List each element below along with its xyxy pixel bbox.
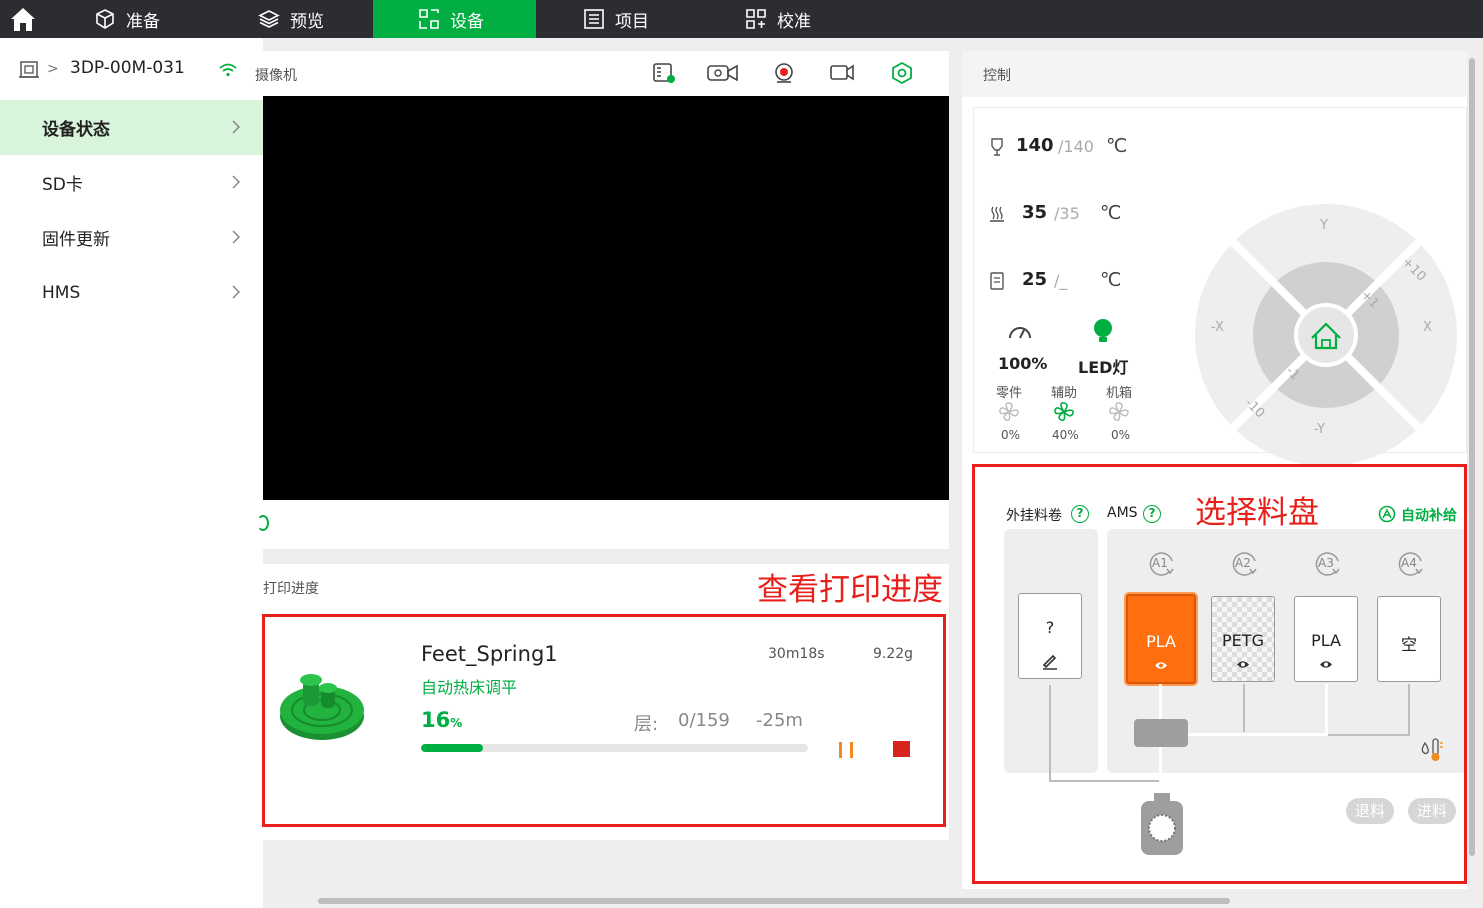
- timelapse-icon[interactable]: [705, 61, 741, 85]
- jog-x-plus[interactable]: X: [1423, 320, 1432, 335]
- speed-value: 100%: [998, 354, 1048, 373]
- settings-icon[interactable]: [889, 61, 915, 85]
- tab-project[interactable]: 项目: [561, 0, 711, 38]
- control-title: 控制: [983, 68, 1011, 84]
- list-icon: [584, 9, 604, 29]
- tab-device[interactable]: 设备: [373, 0, 536, 38]
- sidebar-item-label: 固件更新: [42, 230, 110, 250]
- axis-jog-pad[interactable]: [1195, 204, 1457, 466]
- bed-temp-unit: ℃: [1100, 202, 1122, 224]
- fan-chamber-label: 机箱: [1106, 386, 1133, 401]
- nozzle-current-temp: 140: [1016, 135, 1054, 156]
- sidebar: > 3DP-00M-031 设备状态 SD卡 固件更新 HMS: [0, 38, 263, 908]
- chevron-right-icon: [232, 120, 241, 134]
- tab-label: 项目: [615, 11, 649, 32]
- calibrate-icon: [746, 9, 766, 29]
- device-icon: [419, 9, 439, 29]
- chamber-temp-unit: ℃: [1100, 269, 1122, 291]
- printer-icon: [19, 61, 39, 78]
- record-icon[interactable]: [771, 61, 797, 85]
- home-icon[interactable]: [8, 4, 38, 34]
- jog-x-minus[interactable]: -X: [1211, 320, 1224, 335]
- tab-label: 设备: [450, 11, 484, 32]
- tab-calibrate[interactable]: 校准: [723, 0, 873, 38]
- chevron-right-icon: [232, 230, 241, 244]
- sidebar-item-label: SD卡: [42, 175, 83, 195]
- chamber-current-temp: 25: [1022, 269, 1048, 290]
- camera-title: 摄像机: [255, 68, 297, 84]
- progress-highlight-box: [262, 614, 946, 827]
- chevron-right-icon: [232, 175, 241, 189]
- tab-label: 预览: [290, 11, 324, 32]
- sd-card-icon[interactable]: [651, 61, 677, 85]
- nozzle-temp-unit: ℃: [1106, 135, 1128, 157]
- heatbed-icon: [990, 206, 1004, 222]
- jog-y-minus[interactable]: -Y: [1314, 422, 1325, 437]
- top-nav-bar: 准备 预览 设备 项目 校准: [0, 0, 1483, 38]
- chamber-icon: [990, 272, 1004, 290]
- device-name: 3DP-00M-031: [70, 58, 185, 78]
- jog-y-plus[interactable]: Y: [1320, 218, 1328, 233]
- fan-icon[interactable]: [1107, 400, 1131, 424]
- camera-status-indicator: [257, 515, 269, 531]
- bed-current-temp: 35: [1022, 202, 1048, 223]
- progress-title: 打印进度: [263, 581, 319, 597]
- temperature-card: 140 /140 ℃ 35 /35 ℃ 25 /_ ℃ 100% LED灯 零件…: [973, 107, 1467, 466]
- sidebar-item-device-status[interactable]: 设备状态: [0, 100, 263, 155]
- camera-panel: 摄像机: [255, 51, 949, 549]
- ams-highlight-box: [972, 464, 1467, 884]
- control-header: 控制: [962, 51, 1467, 97]
- led-label: LED灯: [1078, 358, 1129, 377]
- sidebar-item-firmware[interactable]: 固件更新: [0, 210, 263, 265]
- tab-label: 准备: [126, 11, 160, 32]
- sidebar-item-label: HMS: [42, 282, 81, 303]
- fan-aux-value: 40%: [1052, 428, 1079, 442]
- sidebar-item-label: 设备状态: [42, 120, 110, 140]
- fan-part-label: 零件: [996, 386, 1023, 401]
- cube-icon: [96, 9, 114, 29]
- camera-feed[interactable]: [263, 96, 949, 500]
- fan-part-value: 0%: [1001, 428, 1021, 442]
- wifi-icon: [219, 63, 237, 77]
- vertical-scrollbar[interactable]: [1469, 58, 1475, 856]
- tab-preview[interactable]: 预览: [236, 0, 373, 38]
- sidebar-item-sd-card[interactable]: SD卡: [0, 155, 263, 210]
- video-icon[interactable]: [829, 61, 855, 85]
- bed-target-temp: /35: [1054, 204, 1080, 223]
- horizontal-scrollbar[interactable]: [318, 898, 1230, 904]
- device-selector[interactable]: > 3DP-00M-031: [0, 52, 263, 88]
- tab-label: 校准: [777, 11, 811, 32]
- chamber-target-temp: /_: [1054, 271, 1068, 290]
- fan-chamber-value: 0%: [1111, 428, 1131, 442]
- progress-annotation: 查看打印进度: [757, 572, 943, 608]
- fan-aux-label: 辅助: [1051, 386, 1078, 401]
- sidebar-item-hms[interactable]: HMS: [0, 265, 263, 320]
- fan-icon[interactable]: [997, 400, 1021, 424]
- nozzle-target-temp: /140: [1058, 137, 1094, 156]
- fan-icon[interactable]: [1052, 400, 1076, 424]
- breadcrumb-chevron-icon: >: [47, 61, 59, 77]
- nozzle-icon: [991, 138, 1003, 156]
- layers-icon: [258, 10, 280, 28]
- chevron-right-icon: [232, 285, 241, 299]
- led-bulb-icon[interactable]: [1090, 318, 1116, 344]
- speed-gauge-icon[interactable]: [1007, 320, 1033, 346]
- tab-prepare[interactable]: 准备: [72, 0, 222, 38]
